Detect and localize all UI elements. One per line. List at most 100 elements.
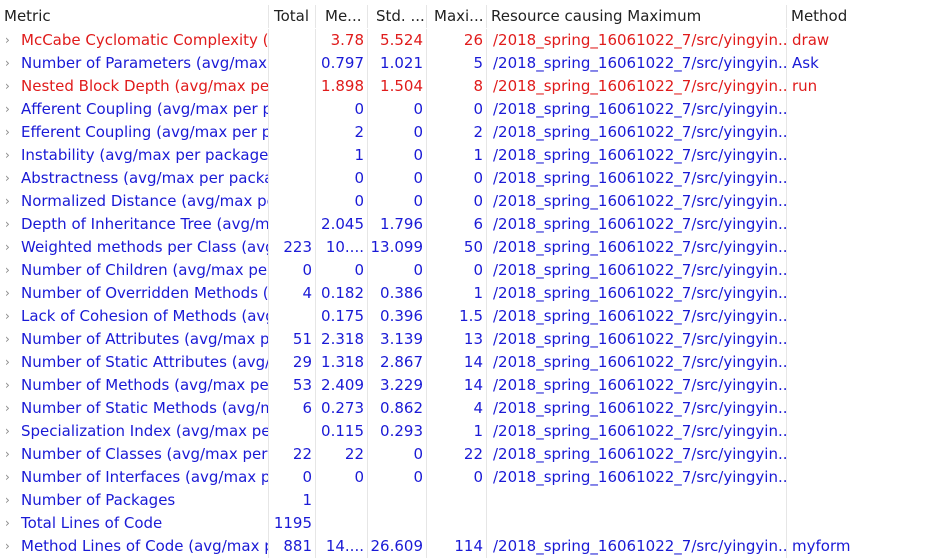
- metric-cell: Instability (avg/max per packageFi: [0, 144, 269, 167]
- table-row[interactable]: › Depth of Inheritance Tree (avg/ma 2.045 1…: [0, 213, 940, 236]
- std-dev-cell: 0: [368, 121, 427, 144]
- resource-cell: /2018_spring_16061022_7/src/yingyin...: [487, 98, 787, 121]
- column-header-resource[interactable]: Resource causing Maximum: [487, 5, 787, 28]
- column-header-metric[interactable]: Metric: [0, 5, 269, 28]
- std-dev-cell: 1.504: [368, 75, 427, 98]
- resource-cell: /2018_spring_16061022_7/src/yingyin...: [487, 535, 787, 558]
- maximum-cell: 0: [427, 259, 487, 282]
- resource-cell: /2018_spring_16061022_7/src/yingyin...: [487, 282, 787, 305]
- method-cell: [787, 328, 940, 351]
- metric-cell: Method Lines of Code (avg/max p: [0, 535, 269, 558]
- total-cell: [269, 121, 316, 144]
- table-row[interactable]: › Specialization Index (avg/max per 0.115 0…: [0, 420, 940, 443]
- table-row[interactable]: › Nested Block Depth (avg/max per 1.898 1.5…: [0, 75, 940, 98]
- table-row[interactable]: › Afferent Coupling (avg/max per p 0 0 0/201…: [0, 98, 940, 121]
- table-header: Metric Total Me... Std. ... Maxi... Reso…: [0, 5, 940, 28]
- metric-cell: Number of Parameters (avg/max p: [0, 52, 269, 75]
- std-dev-cell: 0.396: [368, 305, 427, 328]
- table-row[interactable]: › Number of Classes (avg/max per p 22 22 0 22…: [0, 443, 940, 466]
- metric-cell: Number of Children (avg/max per: [0, 259, 269, 282]
- table-row[interactable]: › Number of Methods (avg/max per 53 2.409 3.…: [0, 374, 940, 397]
- method-cell: [787, 305, 940, 328]
- total-cell: [269, 75, 316, 98]
- table-row[interactable]: › Number of Parameters (avg/max p 0.797 1.0…: [0, 52, 940, 75]
- method-cell: [787, 351, 940, 374]
- metrics-table: Metric Total Me... Std. ... Maxi... Reso…: [0, 0, 940, 558]
- method-cell: [787, 98, 940, 121]
- method-cell: [787, 466, 940, 489]
- table-row[interactable]: › Number of Interfaces (avg/max pe 0 0 0 0/20…: [0, 466, 940, 489]
- std-dev-cell: 0: [368, 443, 427, 466]
- metric-cell: Depth of Inheritance Tree (avg/ma: [0, 213, 269, 236]
- table-row[interactable]: › Total Lines of Code 1195: [0, 512, 940, 535]
- metric-cell: Number of Static Attributes (avg/r: [0, 351, 269, 374]
- table-row[interactable]: › Number of Packages 1: [0, 489, 940, 512]
- metric-cell: Normalized Distance (avg/max pe: [0, 190, 269, 213]
- std-dev-cell: 2.867: [368, 351, 427, 374]
- resource-cell: /2018_spring_16061022_7/src/yingyin...: [487, 52, 787, 75]
- resource-cell: /2018_spring_16061022_7/src/yingyin...: [487, 351, 787, 374]
- method-cell: [787, 213, 940, 236]
- mean-cell: 14....: [316, 535, 368, 558]
- mean-cell: 0.175: [316, 305, 368, 328]
- table-row[interactable]: › Method Lines of Code (avg/max p 881 14...…: [0, 535, 940, 558]
- mean-cell: 1.898: [316, 75, 368, 98]
- table-row[interactable]: › Number of Static Attributes (avg/r 29 1.3…: [0, 351, 940, 374]
- table-row[interactable]: › Abstractness (avg/max per packag 0 0 0/201…: [0, 167, 940, 190]
- metric-cell: Number of Attributes (avg/max pe: [0, 328, 269, 351]
- std-dev-cell: 13.099: [368, 236, 427, 259]
- method-cell: [787, 282, 940, 305]
- table-row[interactable]: › Lack of Cohesion of Methods (avg 0.175 0.…: [0, 305, 940, 328]
- table-row[interactable]: › Weighted methods per Class (avg 223 10...…: [0, 236, 940, 259]
- maximum-cell: 0: [427, 98, 487, 121]
- column-header-mean[interactable]: Me...: [316, 5, 368, 28]
- metric-cell: Afferent Coupling (avg/max per p: [0, 98, 269, 121]
- metric-cell: Lack of Cohesion of Methods (avg: [0, 305, 269, 328]
- resource-cell: /2018_spring_16061022_7/src/yingyin...: [487, 397, 787, 420]
- table-row[interactable]: › Number of Attributes (avg/max pe 51 2.318…: [0, 328, 940, 351]
- std-dev-cell: 0: [368, 98, 427, 121]
- metric-cell: Number of Static Methods (avg/m: [0, 397, 269, 420]
- table-row[interactable]: › McCabe Cyclomatic Complexity (a 3.78 5.52…: [0, 29, 940, 52]
- maximum-cell: 26: [427, 29, 487, 52]
- resource-cell: /2018_spring_16061022_7/src/yingyin...: [487, 75, 787, 98]
- maximum-cell: 0: [427, 190, 487, 213]
- method-cell: [787, 190, 940, 213]
- mean-cell: [316, 489, 368, 512]
- std-dev-cell: 3.139: [368, 328, 427, 351]
- std-dev-cell: 1.796: [368, 213, 427, 236]
- std-dev-cell: 0.386: [368, 282, 427, 305]
- total-cell: 0: [269, 466, 316, 489]
- mean-cell: 2.318: [316, 328, 368, 351]
- total-cell: [269, 213, 316, 236]
- total-cell: 223: [269, 236, 316, 259]
- std-dev-cell: 0: [368, 144, 427, 167]
- table-row[interactable]: › Number of Overridden Methods (4 0.182 0.3…: [0, 282, 940, 305]
- resource-cell: /2018_spring_16061022_7/src/yingyin...: [487, 167, 787, 190]
- total-cell: [269, 190, 316, 213]
- std-dev-cell: [368, 489, 427, 512]
- resource-cell: /2018_spring_16061022_7/src/yingyin...: [487, 420, 787, 443]
- total-cell: 1195: [269, 512, 316, 535]
- table-row[interactable]: › Efferent Coupling (avg/max per pa 2 0 2/20…: [0, 121, 940, 144]
- column-header-maximum[interactable]: Maxi...: [427, 5, 487, 28]
- table-row[interactable]: › Instability (avg/max per packageFi 1 0 1/2…: [0, 144, 940, 167]
- total-cell: 1: [269, 489, 316, 512]
- column-header-total[interactable]: Total: [269, 5, 316, 28]
- total-cell: [269, 52, 316, 75]
- mean-cell: 2.045: [316, 213, 368, 236]
- method-cell: draw: [792, 31, 830, 49]
- column-header-method[interactable]: Method: [787, 5, 940, 28]
- table-row[interactable]: › Normalized Distance (avg/max pe 0 0 0/2018…: [0, 190, 940, 213]
- column-header-std-dev[interactable]: Std. ...: [368, 5, 427, 28]
- table-row[interactable]: › Number of Children (avg/max per 0 0 0 0/201…: [0, 259, 940, 282]
- std-dev-cell: 0: [368, 167, 427, 190]
- table-row[interactable]: › Number of Static Methods (avg/m 6 0.273 0.…: [0, 397, 940, 420]
- maximum-cell: 114: [427, 535, 487, 558]
- resource-cell: /2018_spring_16061022_7/src/yingyin...: [487, 190, 787, 213]
- std-dev-cell: 26.609: [368, 535, 427, 558]
- mean-cell: 3.78: [316, 29, 368, 52]
- total-cell: 6: [269, 397, 316, 420]
- metric-cell: Nested Block Depth (avg/max per: [0, 75, 269, 98]
- resource-cell: /2018_spring_16061022_7/src/yingyin...: [487, 443, 787, 466]
